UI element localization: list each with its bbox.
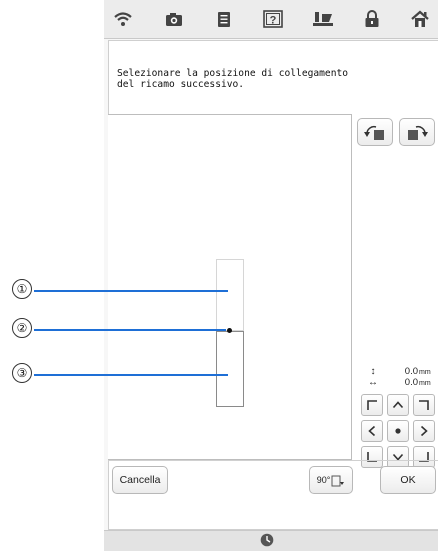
vertical-arrow-icon: ↕: [370, 366, 376, 377]
top-bar: ?: [104, 0, 438, 39]
move-down-button[interactable]: [387, 446, 409, 468]
rotate-90-button[interactable]: 90°: [309, 466, 353, 494]
wifi-icon[interactable]: [110, 7, 136, 31]
center-button[interactable]: [387, 420, 409, 442]
svg-text:?: ?: [270, 15, 277, 27]
callout-2: ①: [12, 279, 32, 299]
rotate-left-icon: [364, 125, 384, 140]
rotate-90-icon: [331, 475, 345, 487]
ok-button[interactable]: OK: [380, 466, 436, 494]
ok-button-label: OK: [400, 474, 416, 486]
instruction-message: Selezionare la posizione di collegamento…: [117, 68, 349, 90]
chevron-down-icon: [392, 453, 404, 461]
callout-3-line: [34, 374, 228, 376]
help-icon[interactable]: ?: [260, 7, 286, 31]
move-right-button[interactable]: [413, 420, 435, 442]
rotate-90-label: 90°: [316, 475, 331, 485]
corner-bottom-left-icon: [367, 452, 377, 462]
next-pattern-preview: [216, 259, 244, 331]
current-pattern: [216, 331, 244, 407]
chevron-up-icon: [392, 401, 404, 409]
move-left-button[interactable]: [361, 420, 383, 442]
move-up-left-button[interactable]: [361, 394, 383, 416]
corner-bottom-right-icon: [419, 452, 429, 462]
callout-1: ②: [12, 318, 32, 338]
document-icon[interactable]: [211, 7, 237, 31]
rotate-right-button[interactable]: [399, 118, 435, 146]
horizontal-offset-unit: mm: [419, 380, 431, 387]
center-dot-icon: [395, 428, 401, 434]
move-down-left-button[interactable]: [361, 446, 383, 468]
vertical-offset-value: 0.0: [404, 366, 418, 377]
horizontal-offset-readout: ↔ 0.0 mm: [364, 377, 431, 388]
rotate-left-button[interactable]: [357, 118, 393, 146]
vertical-offset-readout: ↕ 0.0 mm: [364, 366, 431, 377]
connection-point: [227, 328, 232, 333]
callout-3: ③: [12, 363, 32, 383]
chevron-right-icon: [420, 425, 428, 437]
cancel-button-label: Cancella: [119, 474, 161, 486]
rotate-right-icon: [408, 125, 428, 140]
move-up-button[interactable]: [387, 394, 409, 416]
move-down-right-button[interactable]: [413, 446, 435, 468]
camera-icon[interactable]: [161, 7, 187, 31]
callout-2-line: [34, 290, 228, 292]
callout-1-line: [34, 329, 226, 331]
chevron-left-icon: [368, 425, 376, 437]
home-icon[interactable]: [407, 7, 433, 31]
footer-divider: [108, 460, 438, 461]
clock-icon[interactable]: [260, 533, 274, 552]
move-up-right-button[interactable]: [413, 394, 435, 416]
horizontal-arrow-icon: ↔: [368, 377, 378, 388]
lock-icon[interactable]: [359, 7, 385, 31]
vertical-offset-unit: mm: [419, 369, 431, 376]
corner-top-left-icon: [367, 400, 377, 410]
needle-icon[interactable]: [310, 7, 336, 31]
horizontal-offset-value: 0.0: [404, 377, 418, 388]
corner-top-right-icon: [419, 400, 429, 410]
cancel-button[interactable]: Cancella: [112, 466, 168, 494]
